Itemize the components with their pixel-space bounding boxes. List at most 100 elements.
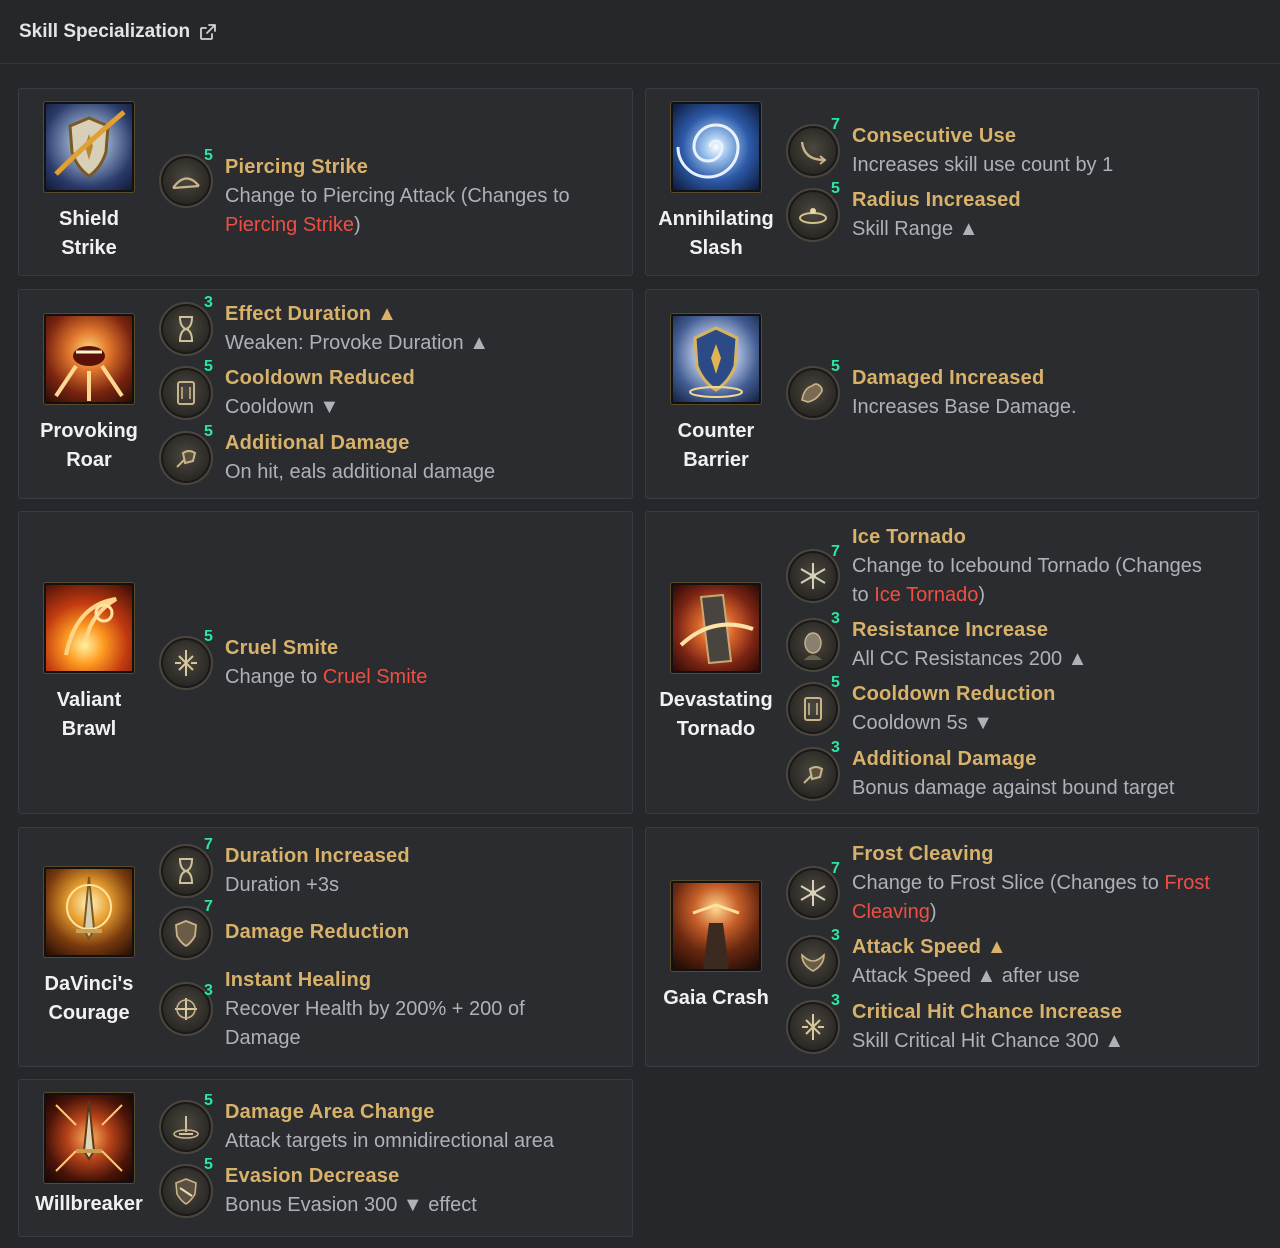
tripod-level: 3 (204, 982, 213, 999)
skill-devastating-tornado[interactable]: Devastating Tornado (646, 583, 786, 744)
tripod-level: 5 (204, 423, 213, 440)
tripod-desc: Bonus damage against bound target (852, 777, 1175, 799)
tripod-desc: Attack Speed ▲ after use (852, 965, 1080, 987)
skill-name: Strike (61, 237, 117, 259)
skill-name: Barrier (683, 449, 749, 471)
tripod-desc: Change to Piercing Attack (Changes to (225, 185, 570, 207)
tripod-level: 5 (831, 358, 840, 375)
tripod-highlight: Cleaving (852, 901, 930, 923)
tripod-title: Instant Healing (225, 969, 372, 991)
skill-gaia-crash[interactable]: Gaia Crash (646, 881, 786, 1013)
skill-counter-barrier[interactable]: Counter Barrier (646, 314, 786, 475)
skill-name: Devastating (659, 689, 773, 711)
tripod-desc: Cooldown ▼ (225, 396, 340, 418)
tripod-desc: Change to Icebound Tornado (Changes (852, 555, 1202, 577)
tripod-title: Attack Speed ▲ (852, 936, 1007, 958)
tripod-desc: Skill Range ▲ (852, 218, 979, 240)
skill-provoking-roar[interactable]: Provoking Roar (19, 314, 159, 475)
tripod-desc: Cooldown 5s ▼ (852, 712, 993, 734)
tripod-title: Evasion Decrease (225, 1165, 400, 1187)
gaia-crash-icon (671, 881, 761, 971)
tripod-title: Ice Tornado (852, 526, 967, 548)
skill-name: Slash (689, 237, 743, 259)
tripod-title: Critical Hit Chance Increase (852, 1001, 1123, 1023)
tripod-highlight: Ice Tornado (874, 584, 979, 606)
tripod-highlight: Piercing Strike (225, 214, 354, 236)
tripod-level: 5 (831, 674, 840, 691)
tripod-title: Radius Increased (852, 189, 1021, 211)
tripod-level: 5 (204, 147, 213, 164)
tripod-title: Consecutive Use (852, 125, 1017, 147)
skill-name: Annihilating (658, 208, 774, 230)
tripod-desc: ) (978, 584, 986, 606)
tripod-highlight: Frost (1164, 872, 1210, 894)
skill-card-valiant-brawl: Valiant Brawl 5 Cruel Smite Change to Cru… (18, 511, 633, 814)
skill-name: Courage (48, 1002, 130, 1024)
tripod-title: Duration Increased (225, 845, 410, 867)
tripod-desc: Recover Health by 200% + 200 of (225, 998, 525, 1020)
tripod-title: Damage Area Change (225, 1101, 435, 1123)
skill-card-davincis-courage: DaVinci's Courage 7 Duration Increased Du… (18, 827, 633, 1067)
skill-davincis-courage[interactable]: DaVinci's Courage (19, 867, 159, 1028)
tripod-level: 3 (204, 294, 213, 311)
skill-name: Brawl (61, 718, 117, 740)
tripod-highlight: Cruel Smite (322, 666, 428, 688)
skill-card-gaia-crash: Gaia Crash 7 Frost Cleaving Change to Fr… (645, 827, 1259, 1067)
skill-annihilating-slash[interactable]: Annihilating Slash (646, 102, 786, 263)
tripod-title: Frost Cleaving (852, 843, 994, 865)
skill-name: Willbreaker (35, 1193, 143, 1215)
skill-card-counter-barrier: Counter Barrier 5 Damaged Increased Incre… (645, 289, 1259, 499)
tripod-level: 3 (831, 610, 840, 627)
shield-strike-icon (44, 102, 134, 192)
tripod-desc: Increases skill use count by 1 (852, 154, 1114, 176)
tripod-title: Additional Damage (852, 748, 1037, 770)
tripod-desc: Weaken: Provoke Duration ▲ (225, 332, 489, 354)
tripod-level: 5 (204, 358, 213, 375)
skill-valiant-brawl[interactable]: Valiant Brawl (19, 583, 159, 744)
tripod-desc: Bonus Evasion 300 ▼ effect (225, 1194, 477, 1216)
tripod-level: 5 (204, 1092, 213, 1109)
tripod-desc: Increases Base Damage. (852, 396, 1077, 418)
tripod-desc: Change to Frost Slice (Changes to (852, 872, 1165, 894)
tripod-desc: Attack targets in omnidirectional area (225, 1130, 555, 1152)
tripod-desc: to (852, 584, 875, 606)
tripod-desc: Skill Critical Hit Chance 300 ▲ (852, 1030, 1125, 1052)
skill-name: Counter (677, 420, 755, 442)
skill-card-devastating-tornado: Devastating Tornado 7 Ice Tornado Change … (645, 511, 1259, 814)
tripod-title: Cooldown Reduction (852, 683, 1056, 705)
skill-card-annihilating-slash: Annihilating Slash 7 Consecutive Use Incr… (645, 88, 1259, 276)
tripod-title: Additional Damage (225, 432, 410, 454)
devastating-tornado-icon (671, 583, 761, 673)
skill-name: Gaia Crash (663, 987, 769, 1009)
tripod-level: 7 (831, 543, 840, 560)
skill-shield-strike[interactable]: Shield Strike (19, 102, 159, 263)
tripod-desc: ) (353, 214, 361, 236)
skill-willbreaker[interactable]: Willbreaker (19, 1093, 159, 1219)
tripod-level: 3 (831, 927, 840, 944)
tripod-title: Damaged Increased (852, 367, 1045, 389)
tripod-title: Damage Reduction (225, 921, 410, 943)
tripod-desc: Damage (225, 1027, 301, 1049)
tripod-level: 7 (204, 836, 213, 853)
skill-name: Tornado (676, 718, 756, 740)
tripod-desc: All CC Resistances 200 ▲ (852, 648, 1088, 670)
skill-name: Valiant (56, 689, 122, 711)
tripod-title: Piercing Strike (225, 156, 369, 178)
tripod-title: Cruel Smite (225, 637, 339, 659)
tripod-level: 3 (831, 992, 840, 1009)
skill-name: Shield (58, 208, 119, 230)
skill-card-willbreaker: Willbreaker 5 Damage Area Change Attack … (18, 1079, 633, 1237)
tripod-desc: Duration +3s (225, 874, 339, 896)
tripod-level: 5 (204, 1156, 213, 1173)
tripod-level: 5 (831, 180, 840, 197)
skill-name: Provoking (40, 420, 138, 442)
davincis-courage-icon (44, 867, 134, 957)
tripod-desc: On hit, eals additional damage (225, 461, 496, 483)
external-link-icon[interactable] (199, 23, 217, 41)
tripod-level: 5 (204, 628, 213, 645)
skill-name: DaVinci's (44, 973, 134, 995)
tripod-desc: ) (929, 901, 937, 923)
tripod-level: 7 (204, 898, 213, 915)
skill-card-provoking-roar: Provoking Roar 3 Effect Duration ▲ Weaken… (18, 289, 633, 499)
willbreaker-icon (44, 1093, 134, 1183)
